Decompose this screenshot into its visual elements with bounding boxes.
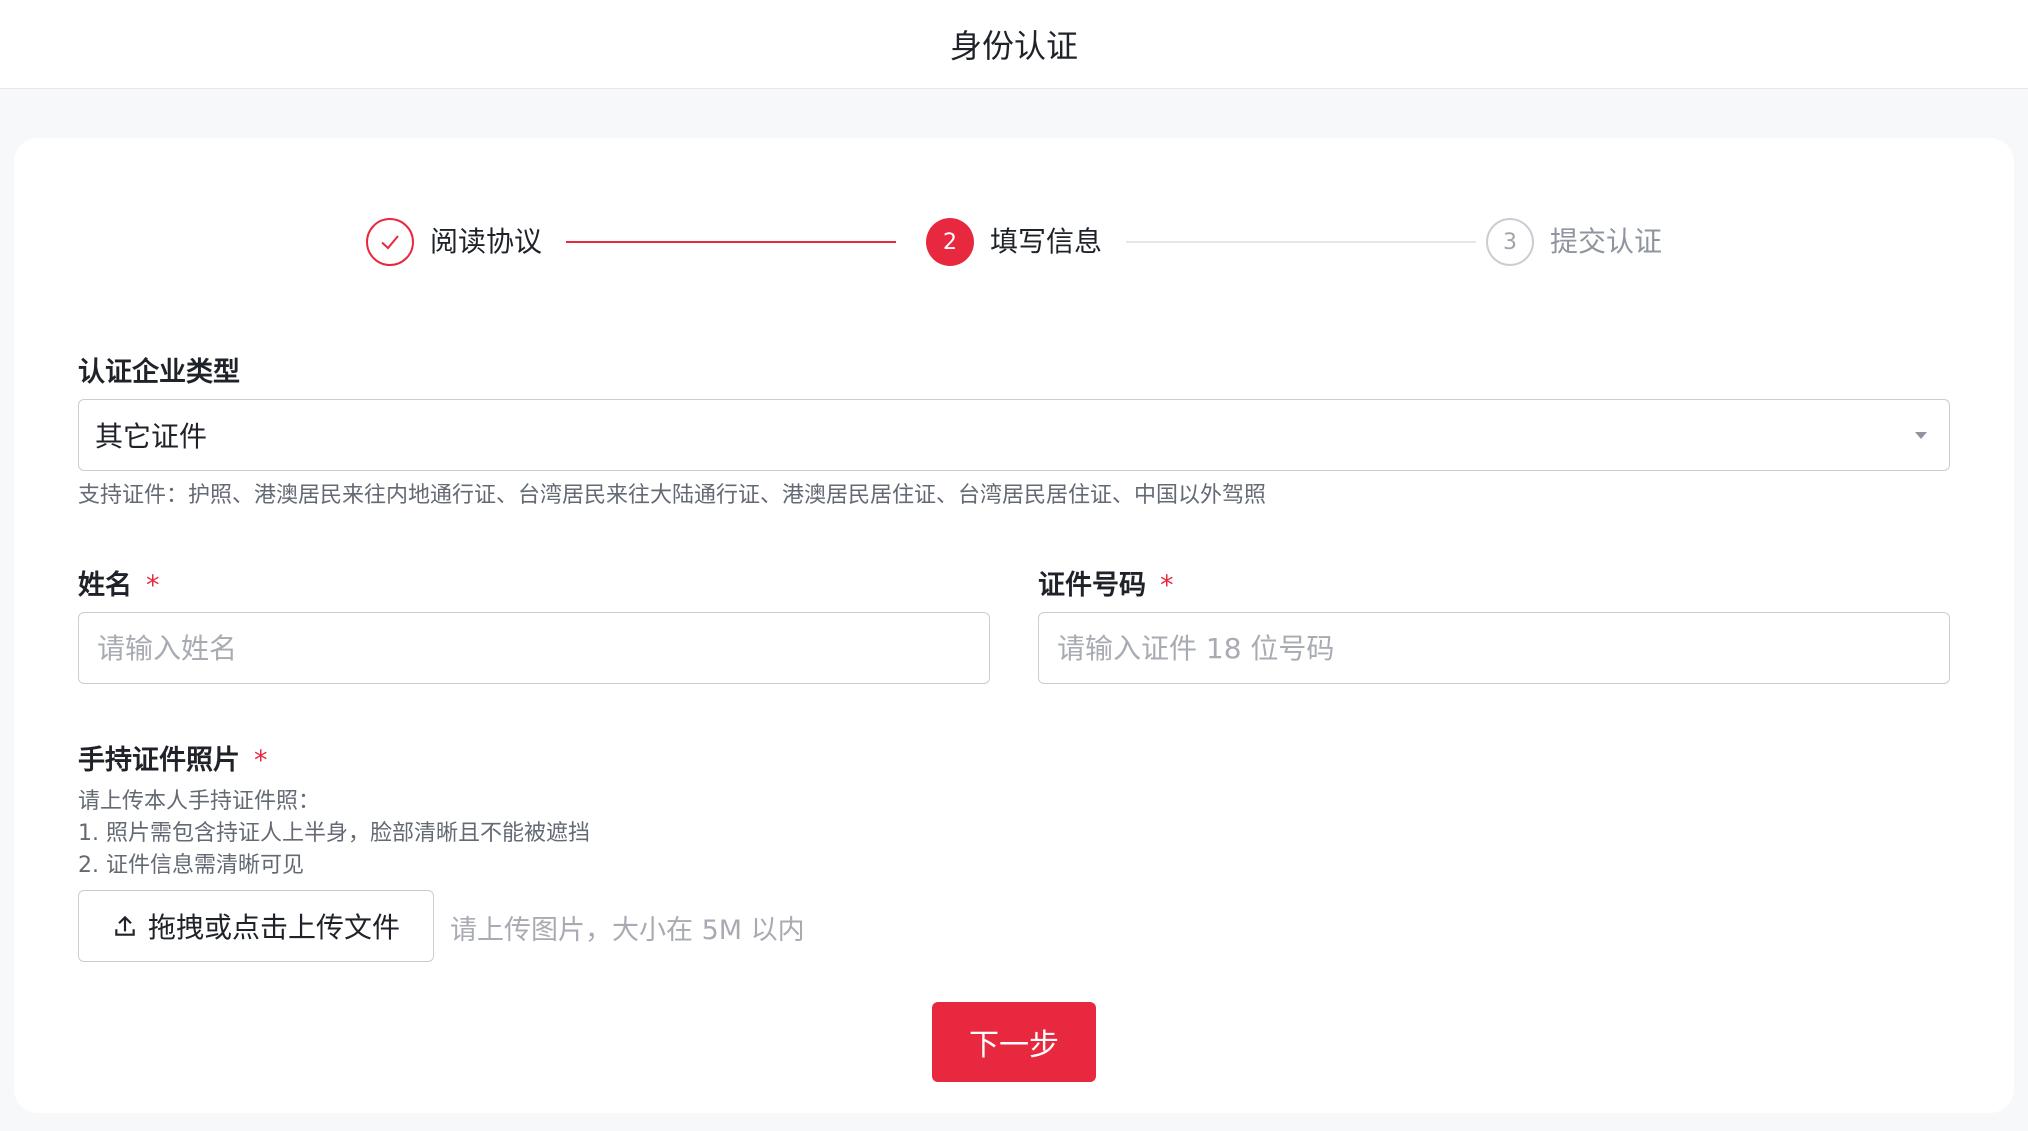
step-2-circle: 2 xyxy=(926,218,974,266)
enterprise-type-label-text: 认证企业类型 xyxy=(78,357,240,388)
upload-button[interactable]: 拖拽或点击上传文件 xyxy=(78,890,434,962)
step-connector-2 xyxy=(1126,241,1476,243)
photo-label: 手持证件照片 * xyxy=(78,738,268,777)
photo-instruction-line: 2. 证件信息需清晰可见 xyxy=(78,853,304,878)
page-title: 身份认证 xyxy=(949,27,1078,65)
supported-documents-hint: 支持证件：护照、港澳居民来往内地通行证、台湾居民来往大陆通行证、港澳居民居住证、… xyxy=(78,483,1267,508)
required-mark: * xyxy=(254,745,268,776)
name-input[interactable] xyxy=(78,612,990,684)
enterprise-type-select[interactable]: 其它证件 xyxy=(78,399,1950,471)
id-number-input[interactable] xyxy=(1038,612,1950,684)
step-1-label: 阅读协议 xyxy=(430,225,543,258)
enterprise-type-value: 其它证件 xyxy=(95,420,208,453)
caret-down-icon xyxy=(1915,432,1927,439)
step-1-circle xyxy=(366,218,414,266)
photo-instructions: 请上传本人手持证件照： 1. 照片需包含持证人上半身，脸部清晰且不能被遮挡 2.… xyxy=(78,786,590,882)
photo-label-text: 手持证件照片 xyxy=(78,745,240,776)
step-indicator: 阅读协议 2 填写信息 3 提交认证 xyxy=(14,138,2014,338)
photo-instruction-line: 1. 照片需包含持证人上半身，脸部清晰且不能被遮挡 xyxy=(78,821,590,846)
enterprise-type-label: 认证企业类型 xyxy=(78,350,240,389)
id-number-label-text: 证件号码 xyxy=(1038,570,1146,601)
name-label-text: 姓名 xyxy=(78,570,132,601)
upload-button-label: 拖拽或点击上传文件 xyxy=(147,911,400,944)
required-mark: * xyxy=(146,570,160,601)
upload-icon xyxy=(115,915,135,936)
step-3-circle: 3 xyxy=(1486,218,1534,266)
upload-tip: 请上传图片，大小在 5M 以内 xyxy=(450,915,805,946)
step-connector-1 xyxy=(566,241,896,243)
top-bar: 身份认证 xyxy=(0,0,2028,89)
step-2-label: 填写信息 xyxy=(990,225,1103,258)
next-step-button[interactable]: 下一步 xyxy=(932,1002,1096,1082)
id-number-label: 证件号码 * xyxy=(1038,563,1174,602)
check-icon xyxy=(381,235,399,250)
form-card: 阅读协议 2 填写信息 3 提交认证 认证企业类型 其它证件 支持证件：护照、港… xyxy=(14,138,2014,1113)
step-3-label: 提交认证 xyxy=(1550,225,1663,258)
name-label: 姓名 * xyxy=(78,563,160,602)
photo-instruction-line: 请上传本人手持证件照： xyxy=(78,789,321,814)
required-mark: * xyxy=(1160,570,1174,601)
